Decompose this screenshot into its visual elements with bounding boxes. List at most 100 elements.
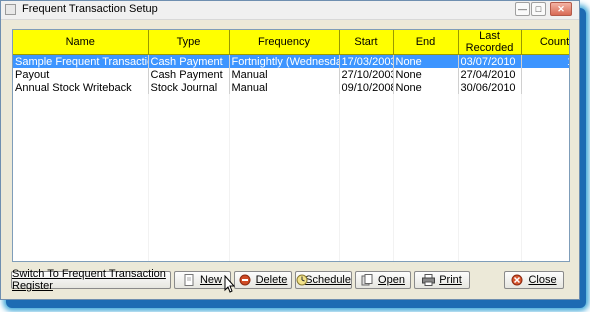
- cell-count: 148: [521, 54, 569, 68]
- empty-cell: [229, 211, 340, 224]
- empty-cell: [339, 250, 394, 261]
- cell-last-recorded: 27/04/2010: [458, 68, 522, 81]
- new-document-icon: [183, 274, 196, 286]
- open-button[interactable]: Open: [355, 271, 411, 289]
- empty-cell: [339, 237, 394, 250]
- cell-end: None: [393, 54, 459, 68]
- empty-row: [13, 185, 569, 198]
- cell-type: Cash Payment: [148, 68, 230, 81]
- app-icon: [5, 4, 16, 15]
- print-label: Print: [439, 274, 462, 286]
- empty-cell: [393, 237, 459, 250]
- empty-cell: [521, 224, 569, 237]
- empty-cell: [458, 237, 522, 250]
- delete-icon: [239, 274, 252, 286]
- table-row[interactable]: Sample Frequent Transaction Cash Payment F…: [13, 54, 569, 68]
- cell-last-recorded: 30/06/2010: [458, 81, 522, 94]
- empty-cell: [339, 120, 394, 133]
- empty-cell: [148, 224, 230, 237]
- transactions-table: Name Type Frequency Start End Last Recor…: [13, 30, 569, 261]
- empty-cell: [229, 172, 340, 185]
- empty-cell: [393, 133, 459, 146]
- empty-row: [13, 224, 569, 237]
- empty-cell: [458, 146, 522, 159]
- column-header-count[interactable]: Count: [521, 30, 569, 55]
- schedule-button[interactable]: Schedule: [295, 271, 352, 289]
- close-button[interactable]: Close: [504, 271, 564, 289]
- transactions-grid[interactable]: Name Type Frequency Start End Last Recor…: [12, 29, 570, 262]
- empty-row: [13, 198, 569, 211]
- cell-type: Cash Payment: [148, 54, 230, 68]
- empty-row: [13, 133, 569, 146]
- printer-icon: [422, 274, 436, 286]
- empty-cell: [458, 94, 522, 107]
- empty-cell: [13, 146, 149, 159]
- table-row[interactable]: Annual Stock Writeback Stock Journal Manua…: [13, 81, 569, 94]
- empty-row: [13, 94, 569, 107]
- empty-row: [13, 237, 569, 250]
- empty-cell: [148, 146, 230, 159]
- empty-cell: [521, 94, 569, 107]
- empty-cell: [229, 159, 340, 172]
- cell-count: 14: [521, 68, 569, 81]
- cell-frequency: Manual: [229, 68, 340, 81]
- cell-end: None: [393, 68, 459, 81]
- empty-row: [13, 120, 569, 133]
- print-button[interactable]: Print: [414, 271, 470, 289]
- empty-cell: [393, 172, 459, 185]
- empty-cell: [229, 120, 340, 133]
- minimize-button[interactable]: —: [515, 2, 530, 16]
- empty-cell: [458, 224, 522, 237]
- empty-cell: [458, 107, 522, 120]
- empty-cell: [458, 211, 522, 224]
- empty-cell: [148, 159, 230, 172]
- empty-cell: [521, 107, 569, 120]
- empty-cell: [339, 172, 394, 185]
- schedule-icon: [296, 274, 308, 286]
- column-header-name[interactable]: Name: [13, 30, 149, 55]
- empty-cell: [458, 172, 522, 185]
- window-close-button[interactable]: ✕: [550, 2, 572, 16]
- empty-cell: [521, 185, 569, 198]
- empty-cell: [339, 185, 394, 198]
- switch-register-button[interactable]: Switch To Frequent Transaction Register: [11, 268, 171, 292]
- title-bar[interactable]: Frequent Transaction Setup — □ ✕: [1, 1, 579, 20]
- empty-cell: [393, 159, 459, 172]
- close-label: Close: [528, 274, 557, 286]
- cell-end: None: [393, 81, 459, 94]
- empty-cell: [521, 250, 569, 261]
- column-header-last-recorded[interactable]: Last Recorded: [458, 30, 522, 55]
- empty-cell: [521, 146, 569, 159]
- empty-cell: [458, 120, 522, 133]
- maximize-button[interactable]: □: [531, 2, 546, 16]
- open-icon: [361, 274, 374, 286]
- empty-cell: [393, 94, 459, 107]
- delete-button[interactable]: Delete: [234, 271, 292, 289]
- empty-cell: [521, 198, 569, 211]
- empty-row: [13, 250, 569, 261]
- empty-cell: [458, 198, 522, 211]
- frequent-transaction-setup-window: Frequent Transaction Setup — □ ✕ Name Ty…: [0, 0, 580, 300]
- column-header-end[interactable]: End: [393, 30, 459, 55]
- table-row[interactable]: Payout Cash Payment Manual 27/10/2003 None 27…: [13, 68, 569, 81]
- empty-cell: [13, 185, 149, 198]
- cell-count: 2: [521, 81, 569, 94]
- empty-cell: [229, 94, 340, 107]
- empty-row: [13, 146, 569, 159]
- new-button[interactable]: New: [174, 271, 231, 289]
- empty-cell: [229, 250, 340, 261]
- cell-type: Stock Journal: [148, 81, 230, 94]
- empty-cell: [13, 107, 149, 120]
- empty-cell: [339, 159, 394, 172]
- empty-cell: [229, 185, 340, 198]
- mouse-pointer-icon: [224, 275, 236, 293]
- column-header-type[interactable]: Type: [148, 30, 230, 55]
- cell-last-recorded: 03/07/2010: [458, 54, 522, 68]
- empty-cell: [13, 224, 149, 237]
- schedule-label: Schedule: [305, 274, 351, 286]
- column-header-frequency[interactable]: Frequency: [229, 30, 340, 55]
- cell-start: 27/10/2003: [339, 68, 394, 81]
- cell-frequency: Fortnightly (Wednesday): [229, 54, 340, 68]
- empty-cell: [13, 159, 149, 172]
- column-header-start[interactable]: Start: [339, 30, 394, 55]
